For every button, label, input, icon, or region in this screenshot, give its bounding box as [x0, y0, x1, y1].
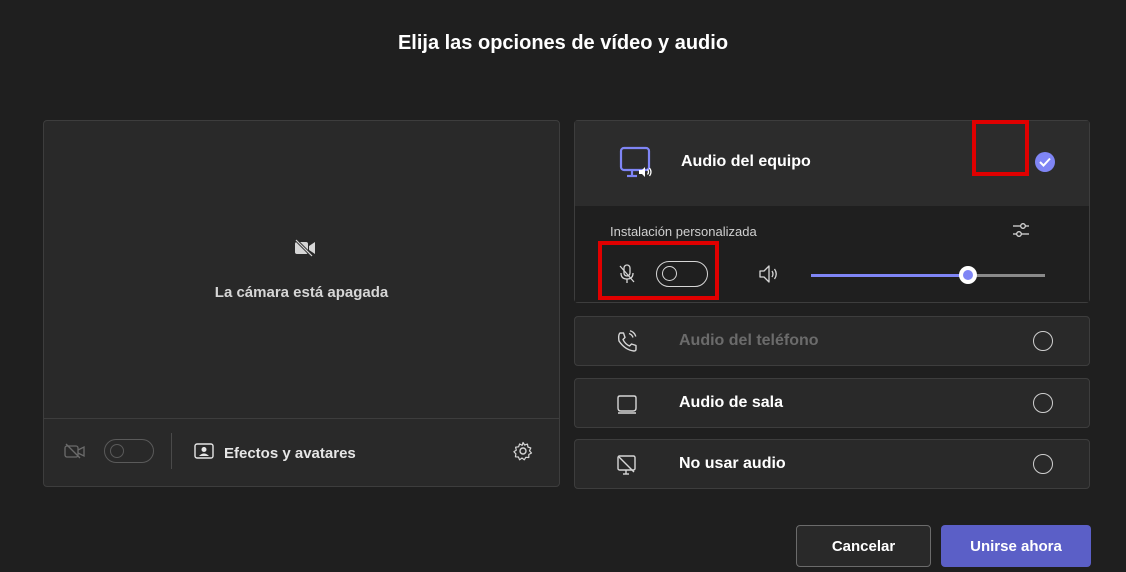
- custom-setup-label: Instalación personalizada: [610, 224, 757, 239]
- room-device-icon: [615, 392, 639, 421]
- highlight-box: [972, 120, 1029, 176]
- dialog-title: Elija las opciones de vídeo y audio: [397, 32, 729, 54]
- option-room-audio[interactable]: Audio de sala: [574, 378, 1090, 428]
- highlight-box: [598, 241, 719, 300]
- phone-audio-label: Audio del teléfono: [679, 332, 819, 349]
- join-now-button[interactable]: Unirse ahora: [941, 525, 1091, 567]
- volume-thumb[interactable]: [958, 266, 977, 284]
- no-audio-icon: [615, 453, 639, 482]
- settings-sliders-icon[interactable]: [1011, 220, 1031, 245]
- phone-audio-radio[interactable]: [1033, 331, 1053, 351]
- computer-audio-icon: [617, 143, 655, 186]
- speaker-volume-slider[interactable]: [811, 266, 1045, 284]
- option-phone-audio[interactable]: Audio del teléfono: [574, 316, 1090, 366]
- camera-preview-panel: La cámara está apagada Efectos y avatare…: [43, 120, 560, 487]
- option-no-audio[interactable]: No usar audio: [574, 439, 1090, 489]
- room-audio-label: Audio de sala: [679, 394, 784, 411]
- check-icon: [1035, 152, 1055, 172]
- camera-toggle[interactable]: [104, 439, 154, 463]
- video-off-icon: [64, 443, 86, 464]
- effects-icon: [194, 443, 214, 463]
- speaker-icon: [758, 264, 780, 289]
- divider: [171, 433, 172, 469]
- camera-controls-bar: Efectos y avatares: [44, 418, 559, 487]
- effects-label: Efectos y avatares: [224, 444, 356, 462]
- effects-button[interactable]: Efectos y avatares: [194, 439, 356, 467]
- camera-toggle-knob: [110, 444, 124, 458]
- no-audio-radio[interactable]: [1033, 454, 1053, 474]
- phone-icon: [615, 330, 639, 359]
- volume-fill: [811, 274, 968, 277]
- camera-off-icon: [294, 238, 316, 258]
- no-audio-label: No usar audio: [679, 455, 786, 472]
- cancel-button[interactable]: Cancelar: [796, 525, 931, 567]
- room-audio-radio[interactable]: [1033, 393, 1053, 413]
- pc-audio-label: Audio del equipo: [681, 153, 811, 170]
- camera-off-text: La cámara está apagada: [214, 284, 389, 301]
- gear-icon[interactable]: [513, 441, 533, 466]
